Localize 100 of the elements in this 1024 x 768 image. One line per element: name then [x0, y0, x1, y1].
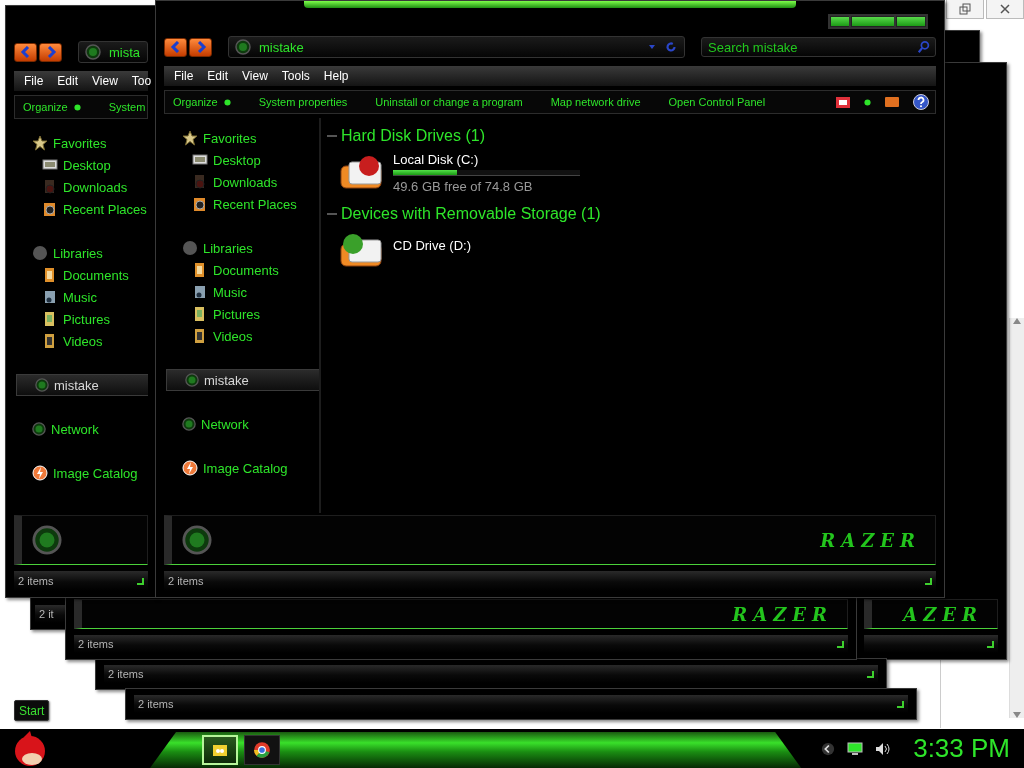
restore-icon [959, 3, 971, 15]
menu-item[interactable]: View [86, 72, 124, 90]
forward-button[interactable] [39, 42, 62, 62]
dropdown-dot-icon [223, 98, 231, 106]
sidebar-item[interactable]: Network [164, 413, 319, 435]
toolbar-button[interactable]: Organize [23, 101, 81, 113]
orb-icon [85, 44, 101, 60]
start-button[interactable]: Start [14, 700, 50, 721]
sidebar-item[interactable]: Favorites [14, 132, 148, 154]
toolbar-button[interactable]: Open Control Panel [668, 96, 766, 108]
orb-icon [182, 417, 196, 431]
status-text: 2 items [18, 575, 54, 587]
sidebar-item[interactable]: Libraries [164, 237, 319, 259]
menu-item[interactable]: Too [125, 72, 156, 90]
free-space-text: 49.6 GB free of 74.8 GB [393, 179, 534, 194]
close-icon [999, 3, 1011, 15]
music-icon [42, 289, 58, 305]
star-icon [182, 130, 198, 146]
caret-icon [648, 43, 656, 51]
group-heading: Hard Disk Drives (1) [341, 127, 485, 145]
sidebar-item[interactable]: Pictures [14, 308, 148, 330]
sidebar-item[interactable]: Recent Places [164, 193, 319, 215]
toolbar-button[interactable]: System properties [258, 96, 348, 108]
sidebar-item[interactable]: Image Catalog [164, 457, 319, 479]
sidebar-item[interactable]: Downloads [14, 176, 148, 198]
toolbar-button[interactable]: Uninstall or change a program [375, 96, 523, 108]
sidebar-item[interactable]: Videos [14, 330, 148, 352]
back-button[interactable] [14, 42, 37, 62]
lightning-icon [32, 465, 48, 481]
sidebar-item[interactable]: Desktop [164, 149, 319, 171]
sidebar-item[interactable]: Image Catalog [14, 462, 148, 484]
drive-name[interactable]: CD Drive (D:) [393, 238, 471, 253]
orb-icon [185, 373, 199, 387]
close-button[interactable] [986, 0, 1024, 19]
search-field[interactable]: Search mistake [701, 37, 936, 57]
folder-icon [211, 742, 229, 758]
minimize-button[interactable] [830, 15, 850, 27]
status-text: 2 items [168, 575, 204, 587]
address-field[interactable]: mistake [228, 36, 685, 58]
logo-text: RAZER [732, 603, 833, 625]
orb-icon [182, 525, 212, 555]
sidebar-item[interactable]: Recent Places [14, 198, 148, 220]
forward-button[interactable] [189, 37, 212, 57]
scrollbar[interactable] [1009, 318, 1024, 718]
logo-text: AZER [903, 603, 983, 625]
browser-icon [253, 741, 271, 759]
dropdown-dot-icon [73, 103, 81, 111]
drive-name[interactable]: Local Disk (C:) [393, 152, 580, 167]
sidebar-item[interactable]: Documents [14, 264, 148, 286]
sidebar-item[interactable]: Favorites [164, 127, 319, 149]
status-text: 2 items [78, 638, 114, 650]
sidebar-item[interactable]: Music [14, 286, 148, 308]
dropdown-dot-icon [864, 98, 871, 106]
menu-item[interactable]: Tools [275, 67, 316, 85]
status-text: 2 items [138, 698, 174, 710]
toolbar-button[interactable]: System [108, 101, 146, 113]
speaker-icon [875, 741, 892, 756]
menu-item[interactable]: Help [317, 67, 355, 85]
menu-item[interactable]: Edit [201, 67, 235, 85]
menu-item[interactable]: File [168, 67, 200, 85]
orb-icon [35, 378, 49, 392]
toolbar-button[interactable]: Organize [173, 96, 231, 108]
monitor-icon [847, 741, 864, 756]
address-field[interactable]: mista [78, 41, 148, 63]
monitor-icon [42, 157, 58, 173]
sidebar-item[interactable]: Videos [164, 325, 319, 347]
logo-text: RAZER [820, 529, 921, 551]
menu-item[interactable]: Edit [51, 72, 85, 90]
scroll-down-icon [1013, 712, 1021, 718]
back-button[interactable] [164, 37, 187, 57]
music-icon [192, 284, 208, 300]
close-button[interactable] [896, 15, 926, 27]
menu-item[interactable]: View [236, 67, 274, 85]
sidebar-item[interactable]: Libraries [14, 242, 148, 264]
clock: 3:33 PM [913, 733, 1010, 764]
sidebar-item[interactable]: Pictures [164, 303, 319, 325]
toolbar-button[interactable]: Map network drive [550, 96, 641, 108]
sidebar-item[interactable]: Documents [164, 259, 319, 281]
folder-icon [192, 174, 208, 190]
sidebar-item[interactable]: Desktop [14, 154, 148, 176]
menu-item[interactable]: File [18, 72, 50, 90]
status-text: 2 it [39, 608, 54, 620]
view-icon [836, 96, 850, 108]
maximize-button[interactable] [851, 15, 895, 27]
orb-icon [235, 39, 251, 55]
orb-icon [32, 422, 46, 436]
folder-icon [42, 179, 58, 195]
sidebar-item[interactable]: mistake [166, 369, 319, 391]
scroll-up-icon [1013, 318, 1021, 324]
taskbar-button[interactable] [244, 735, 280, 765]
disc-icon [32, 245, 48, 261]
restore-button[interactable] [946, 0, 984, 19]
orb-icon [32, 525, 62, 555]
sidebar-item[interactable]: Network [14, 418, 148, 440]
search-icon [917, 40, 931, 54]
monitor-icon [192, 152, 208, 168]
sidebar-item[interactable]: Downloads [164, 171, 319, 193]
sidebar-item[interactable]: Music [164, 281, 319, 303]
sidebar-item[interactable]: mistake [16, 374, 148, 396]
lightning-icon [182, 460, 198, 476]
